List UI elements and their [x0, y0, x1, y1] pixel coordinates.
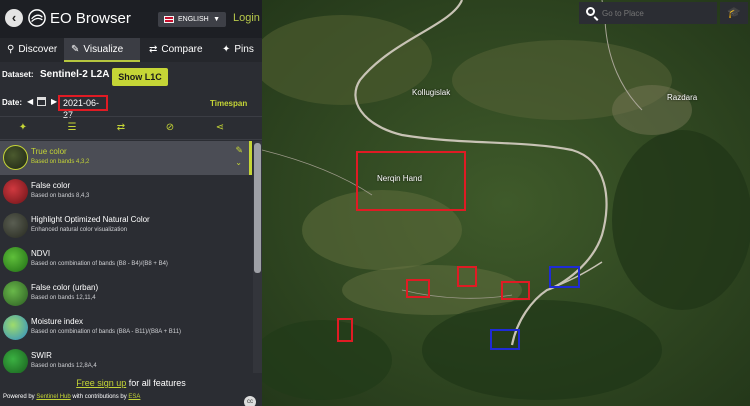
signup-text: for all features	[126, 378, 186, 388]
tab-discover-label: Discover	[18, 44, 58, 55]
date-input[interactable]: 2021-06-27	[58, 95, 108, 120]
layer-item-swir[interactable]: SWIR Based on bands 12,8A,4	[0, 345, 252, 373]
contributions-label: with contributions by	[70, 394, 129, 400]
highlight-box-blue	[490, 329, 520, 350]
place-label: Kollugislak	[412, 88, 451, 97]
pin-icon: ✦	[222, 44, 231, 55]
layer-list: True color Based on bands 4,3,2 ✎ ⌄ Fals…	[0, 141, 252, 373]
sliders-icon[interactable]: ☰	[65, 121, 79, 135]
layer-thumbnail	[3, 349, 28, 373]
search-icon: ⚲	[7, 44, 15, 55]
show-l1c-button[interactable]: Show L1C	[112, 68, 168, 86]
highlight-box-red	[356, 151, 466, 211]
highlight-box-red	[406, 279, 430, 298]
tab-discover[interactable]: ⚲ Discover	[0, 38, 64, 62]
graduation-cap-icon: 🎓	[727, 7, 741, 19]
calendar-icon[interactable]	[37, 97, 46, 106]
language-label: ENGLISH	[178, 16, 209, 23]
dataset-label: Dataset:	[2, 70, 34, 79]
layer-description: Enhanced natural color visualization	[31, 227, 128, 233]
layer-toolbar: ✦ ☰ ⇄ ⊘ ⋖	[0, 116, 262, 140]
layer-description: Based on bands 12,8A,4	[31, 363, 97, 369]
layer-thumbnail	[3, 315, 28, 340]
education-mode-button[interactable]: 🎓	[720, 2, 748, 24]
date-next-arrow-icon[interactable]: ▶	[51, 97, 57, 106]
dataset-value: Sentinel-2 L2A	[40, 69, 110, 80]
signup-banner: Free sign up for all features	[0, 378, 262, 388]
esa-link[interactable]: ESA	[128, 394, 140, 400]
layer-name: NDVI	[31, 249, 51, 258]
brush-icon: ✎	[71, 44, 80, 55]
search-icon	[586, 7, 595, 16]
highlight-box-red	[501, 281, 530, 300]
chevron-left-icon: ‹	[11, 10, 17, 25]
eye-slash-icon[interactable]: ⊘	[163, 121, 177, 135]
tab-compare[interactable]: ⇄ Compare	[140, 38, 218, 62]
date-row: Date: ◀ ▶ 2021-06-27 Timespan	[0, 92, 262, 120]
highlight-box-red	[457, 266, 477, 287]
layer-thumbnail	[3, 179, 28, 204]
creative-commons-icon: cc	[244, 396, 256, 406]
layer-item-true-color[interactable]: True color Based on bands 4,3,2 ✎ ⌄	[0, 141, 252, 175]
layer-thumbnail	[3, 247, 28, 272]
layer-item-false-color-urban[interactable]: False color (urban) Based on bands 12,11…	[0, 277, 252, 311]
eo-browser-logo	[28, 9, 46, 27]
sidebar-panel: ‹ EO Browser ENGLISH ▼ Login ⚲ Discover ✎…	[0, 0, 262, 406]
app-title: EO Browser	[50, 10, 131, 27]
highlight-box-blue	[549, 266, 580, 288]
powered-by-label: Powered by	[3, 394, 37, 400]
tab-visualize-label: Visualize	[83, 44, 124, 55]
layer-name: True color	[31, 147, 67, 156]
tab-pins-label: Pins	[234, 44, 254, 55]
layer-description: Based on bands 8,4,3	[31, 193, 90, 199]
date-prev-arrow-icon[interactable]: ◀	[27, 97, 33, 106]
layer-description: Based on combination of bands (B8 - B4)/…	[31, 261, 168, 267]
layer-item-highlight-natural[interactable]: Highlight Optimized Natural Color Enhanc…	[0, 209, 252, 243]
place-label: Razdara	[667, 93, 698, 102]
search-input[interactable]	[602, 7, 712, 19]
layer-description: Based on combination of bands (B8A - B11…	[31, 329, 182, 335]
chevron-double-down-icon[interactable]: ⌄	[235, 158, 242, 167]
caret-down-icon: ▼	[213, 16, 220, 23]
layer-item-ndvi[interactable]: NDVI Based on combination of bands (B8 -…	[0, 243, 252, 277]
language-select[interactable]: ENGLISH ▼	[158, 12, 226, 27]
layer-name: Highlight Optimized Natural Color	[31, 215, 150, 224]
layer-name: Moisture index	[31, 317, 84, 326]
layer-item-moisture-index[interactable]: Moisture index Based on combination of b…	[0, 311, 252, 345]
scrollbar-thumb[interactable]	[254, 143, 261, 273]
layer-name: False color	[31, 181, 71, 190]
layer-thumbnail	[3, 281, 28, 306]
sentinel-hub-link[interactable]: Sentinel Hub	[36, 394, 70, 400]
satellite-map[interactable]: Kollugislak Razdara Nerqin Hand 🎓	[262, 0, 750, 406]
edit-icon[interactable]: ✎	[235, 145, 243, 156]
main-tabs: ⚲ Discover ✎ Visualize ⇄ Compare ✦ Pins	[0, 38, 262, 62]
layer-description: Based on bands 4,3,2	[31, 159, 90, 165]
highlight-box-red	[337, 318, 353, 342]
compare-icon[interactable]: ⇄	[114, 121, 128, 135]
app-header: ‹ EO Browser ENGLISH ▼ Login	[0, 0, 262, 38]
uk-flag-icon	[164, 16, 174, 23]
pin-icon[interactable]: ✦	[16, 121, 30, 135]
layer-thumbnail	[3, 213, 28, 238]
timespan-toggle[interactable]: Timespan	[210, 99, 247, 108]
tab-compare-label: Compare	[161, 44, 203, 55]
layer-thumbnail	[3, 145, 28, 170]
share-icon[interactable]: ⋖	[213, 121, 227, 135]
tab-pins[interactable]: ✦ Pins	[218, 38, 262, 62]
layer-name: SWIR	[31, 351, 52, 360]
layer-description: Based on bands 12,11,4	[31, 295, 96, 301]
back-button[interactable]: ‹	[5, 9, 23, 27]
login-link[interactable]: Login	[233, 12, 260, 24]
powered-by-text: Powered by Sentinel Hub with contributio…	[3, 394, 140, 400]
tab-visualize[interactable]: ✎ Visualize	[64, 38, 140, 62]
layer-item-false-color[interactable]: False color Based on bands 8,4,3	[0, 175, 252, 209]
layer-name: False color (urban)	[31, 283, 99, 292]
place-search[interactable]	[579, 2, 717, 24]
compare-icon: ⇄	[149, 44, 158, 55]
date-label: Date:	[2, 98, 23, 107]
signup-link[interactable]: Free sign up	[76, 378, 126, 388]
